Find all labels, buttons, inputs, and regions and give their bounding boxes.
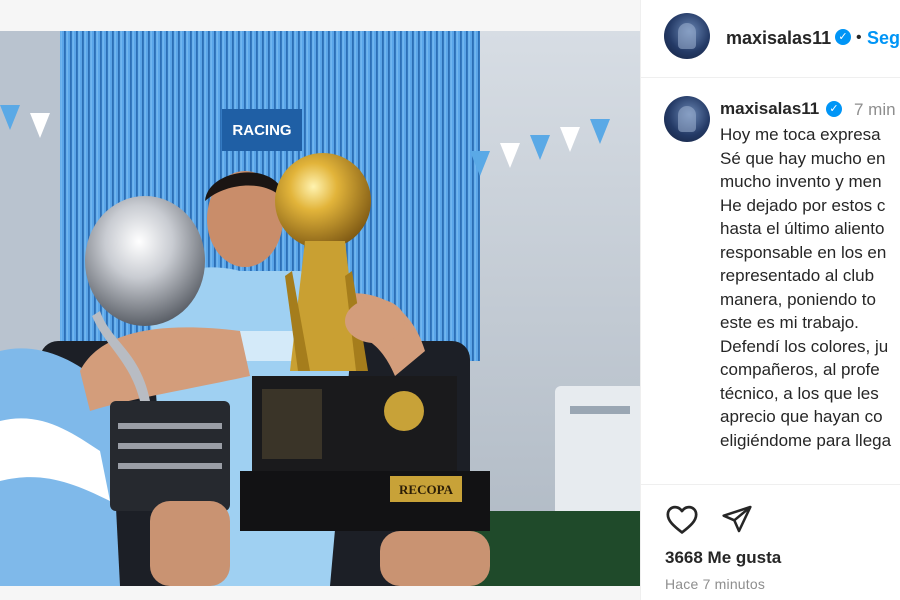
caption-line: Hoy me toca expresa <box>720 125 881 144</box>
heart-icon[interactable] <box>665 503 699 540</box>
caption-line: técnico, a los que les <box>720 383 879 403</box>
caption-line: hasta el último aliento <box>720 219 885 238</box>
follow-button[interactable]: Seg <box>867 28 900 49</box>
author-avatar[interactable] <box>664 13 710 59</box>
paper-plane-icon[interactable] <box>721 503 753 540</box>
caption-verified-badge-icon: ✓ <box>826 101 842 117</box>
post-photo[interactable]: RACING RECOPA <box>0 31 640 586</box>
post-photo-illustration: RACING RECOPA <box>0 31 640 586</box>
caption-line: He dejado por estos c <box>720 195 886 215</box>
caption-line: eligiéndome para llega <box>720 430 892 450</box>
caption-line: responsable en los en <box>720 242 887 262</box>
caption-line: aprecio que hayan co <box>720 407 883 426</box>
caption-line: mucho invento y men <box>720 172 882 191</box>
post-caption: maxisalas11 ✓ 7 min Hoy me toca expresa S… <box>641 79 900 481</box>
caption-author-username[interactable]: maxisalas11 <box>720 99 819 119</box>
caption-line: este es mi trabajo. <box>720 313 859 332</box>
caption-line: Sé que hay mucho en <box>720 148 886 168</box>
verified-badge-icon: ✓ <box>835 29 851 45</box>
like-count[interactable]: 3668 Me gusta <box>665 548 781 568</box>
caption-line: manera, poniendo to <box>720 289 876 309</box>
caption-text: Hoy me toca expresa Sé que hay mucho en mu… <box>720 123 900 452</box>
separator-dot: • <box>856 29 862 46</box>
post-header: maxisalas11 ✓ • Seg <box>641 0 900 78</box>
banner-text: RACING <box>232 122 291 139</box>
post-side-panel: maxisalas11 ✓ • Seg maxisalas11 ✓ 7 min … <box>640 0 900 600</box>
caption-line: representado al club <box>720 266 875 285</box>
instagram-post-view: RACING RECOPA maxisalas11 ✓ • Seg maxisa… <box>0 0 900 600</box>
author-username[interactable]: maxisalas11 <box>726 28 831 49</box>
post-actions: 3668 Me gusta Hace 7 minutos <box>641 484 900 600</box>
caption-line: compañeros, al profe <box>720 360 880 379</box>
caption-author-avatar[interactable] <box>664 96 710 142</box>
caption-line: Defendí los colores, ju <box>720 336 889 356</box>
caption-time[interactable]: 7 min <box>854 100 896 120</box>
post-timestamp[interactable]: Hace 7 minutos <box>665 576 765 592</box>
trophy-plaque-text: RECOPA <box>399 482 454 497</box>
